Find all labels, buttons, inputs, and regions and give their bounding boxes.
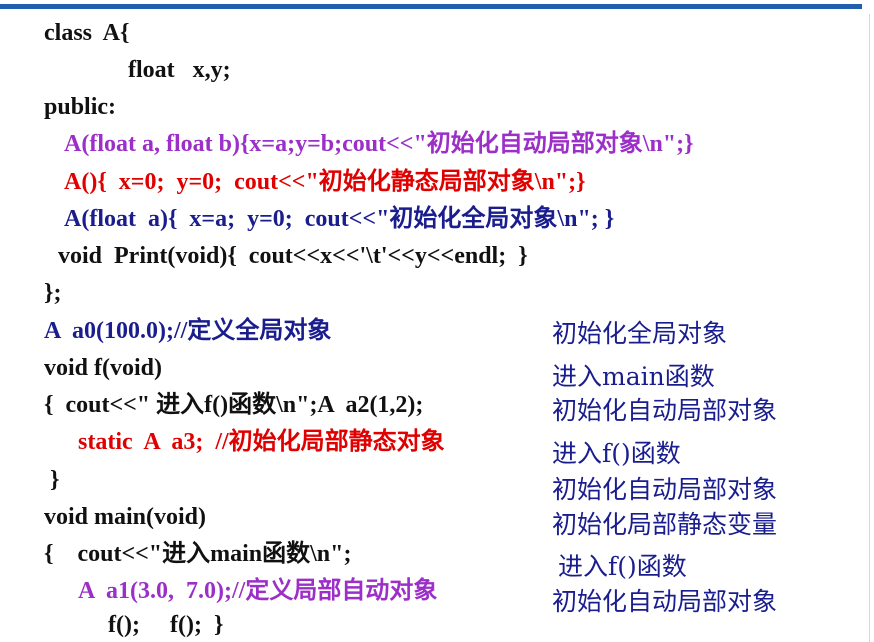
code-line-f-body: { cout<<" 进入f()函数\n";A a2(1,2);	[44, 392, 424, 418]
output-line-7: 进入f()函数	[558, 552, 687, 581]
code-line-f-calls: f(); f(); }	[108, 612, 224, 638]
code-line-local-auto: A a1(3.0, 7.0);//定义局部自动对象	[78, 578, 438, 604]
code-line-f-decl: void f(void)	[44, 355, 163, 381]
output-line-4: 进入f()函数	[552, 439, 681, 468]
code-line-static-local: static A a3; //初始化局部静态对象	[78, 429, 445, 455]
code-line-class-decl: class A{	[44, 20, 130, 46]
code-line-class-end: };	[44, 280, 62, 306]
output-line-8: 初始化自动局部对象	[552, 587, 778, 616]
code-line-public: public:	[44, 94, 117, 120]
code-line-f-end: }	[50, 467, 60, 493]
top-accent-bar	[0, 4, 862, 9]
right-border-line	[869, 14, 870, 642]
code-line-main-decl: void main(void)	[44, 504, 207, 530]
code-line-print-method: void Print(void){ cout<<x<<'\t'<<y<<endl…	[58, 243, 528, 269]
code-line-ctor-one-arg: A(float a){ x=a; y=0; cout<<"初始化全局对象\n";…	[64, 206, 615, 232]
output-line-1: 初始化全局对象	[552, 319, 728, 348]
output-line-2: 进入main函数	[552, 362, 715, 391]
output-line-6: 初始化局部静态变量	[552, 510, 778, 539]
output-line-3: 初始化自动局部对象	[552, 396, 778, 425]
code-line-ctor-default: A(){ x=0; y=0; cout<<"初始化静态局部对象\n";}	[64, 169, 586, 195]
code-line-ctor-two-args: A(float a, float b){x=a;y=b;cout<<"初始化自动…	[64, 131, 694, 157]
code-line-main-print: { cout<<"进入main函数\n";	[44, 541, 352, 567]
output-line-5: 初始化自动局部对象	[552, 475, 778, 504]
code-line-global-object: A a0(100.0);//定义全局对象	[44, 318, 332, 344]
code-line-fields: float x,y;	[128, 57, 231, 83]
